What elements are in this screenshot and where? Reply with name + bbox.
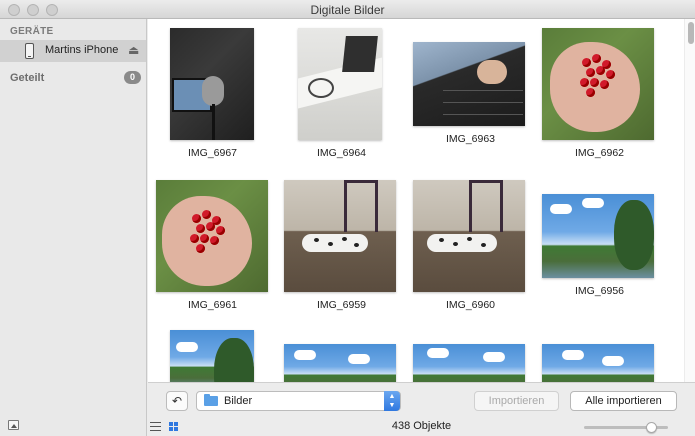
import-toolbar: ↶ Bilder ▲ ▼ Importieren Alle importieren (148, 382, 695, 418)
photo-thumbnail[interactable] (284, 344, 396, 382)
chevron-up-down-icon: ▲ ▼ (384, 391, 400, 411)
photo-filename: IMG_6960 (445, 299, 496, 311)
eject-icon[interactable]: ⏏ (128, 43, 139, 57)
destination-value: Bilder (224, 395, 253, 407)
rotate-left-button[interactable]: ↶ (166, 391, 188, 411)
scrollbar-thumb[interactable] (688, 22, 694, 44)
title-bar: Digitale Bilder (0, 0, 695, 19)
photo-thumbnail[interactable] (413, 344, 525, 382)
photo-filename: IMG_6964 (316, 147, 367, 159)
photo-thumbnail[interactable] (170, 330, 254, 382)
photo-thumbnail[interactable] (298, 28, 382, 140)
rotate-left-icon: ↶ (171, 394, 183, 408)
sidebar: GERÄTE Martins iPhone ⏏ Geteilt 0 (0, 19, 147, 436)
photo-thumbnail[interactable] (542, 28, 654, 140)
photo-thumbnail[interactable] (156, 180, 268, 292)
photo-thumbnail[interactable] (170, 28, 254, 140)
window-title: Digitale Bilder (310, 3, 385, 17)
photo-filename: IMG_6963 (445, 133, 496, 145)
destination-select[interactable]: Bilder ▲ ▼ (196, 391, 401, 411)
photo-filename: IMG_6962 (574, 147, 625, 159)
photo-filename: IMG_6959 (316, 299, 367, 311)
photo-thumbnail[interactable] (542, 344, 654, 382)
import-button[interactable]: Importieren (474, 391, 559, 411)
sidebar-item-iphone[interactable]: Martins iPhone ⏏ (0, 40, 146, 62)
import-all-button[interactable]: Alle importieren (570, 391, 677, 411)
photo-thumbnail[interactable] (284, 180, 396, 292)
photo-thumbnail[interactable] (413, 42, 525, 126)
sidebar-item-shared[interactable]: Geteilt (10, 72, 44, 84)
photo-thumbnail[interactable] (413, 180, 525, 292)
shared-count-badge: 0 (124, 71, 141, 84)
photo-thumbnail[interactable] (542, 194, 654, 278)
thumbnail-size-slider[interactable] (584, 422, 668, 433)
photo-filename: IMG_6961 (187, 299, 238, 311)
photo-filename: IMG_6967 (187, 147, 238, 159)
share-device-icon[interactable] (8, 420, 19, 430)
iphone-icon (25, 43, 34, 59)
device-name: Martins iPhone (45, 44, 119, 56)
slider-knob[interactable] (646, 422, 658, 433)
vertical-scrollbar[interactable] (684, 19, 695, 382)
photo-filename: IMG_6956 (574, 285, 625, 297)
photo-grid: IMG_6967 IMG_6964 IMG_6963 IMG_6962 IMG_… (148, 19, 695, 382)
status-bar: 438 Objekte (148, 418, 695, 436)
devices-section-header: GERÄTE (10, 26, 54, 37)
folder-icon (204, 394, 218, 406)
